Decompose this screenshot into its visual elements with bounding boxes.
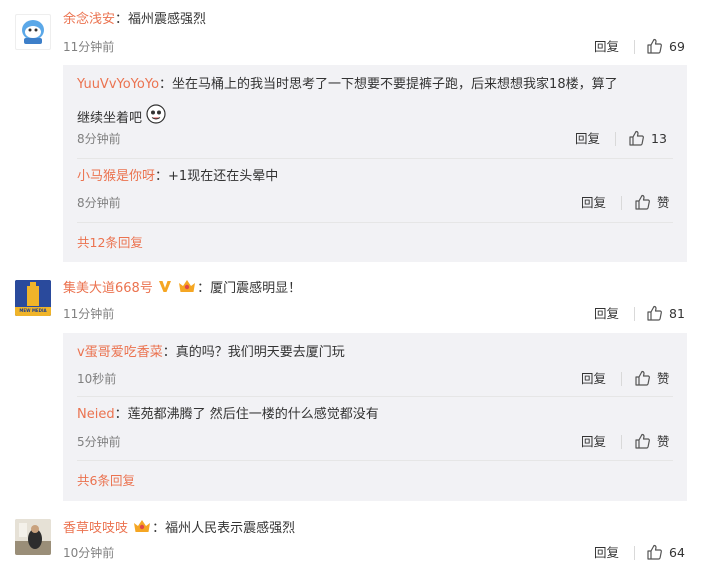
like-button[interactable]: 赞: [634, 370, 670, 387]
reply-button[interactable]: 回复: [594, 306, 619, 322]
crown-badge-icon: [179, 280, 196, 292]
like-button[interactable]: 81: [646, 305, 685, 322]
reply-button[interactable]: 回复: [581, 371, 606, 387]
like-button[interactable]: 赞: [634, 194, 670, 211]
comment-author[interactable]: 集美大道668号: [63, 281, 153, 296]
like-count: 69: [669, 39, 685, 54]
reply-time: 5分钟前: [77, 435, 121, 449]
reply-divider: [77, 158, 673, 159]
action-divider: [621, 372, 622, 386]
like-count: 81: [669, 306, 685, 321]
comment-time: 10分钟前: [63, 546, 115, 560]
thumbs-up-icon: [647, 544, 662, 560]
action-divider: [634, 40, 635, 54]
comment-time: 11分钟前: [63, 40, 115, 54]
action-divider: [634, 546, 635, 560]
reply-text-row: 小马猴是你呀：+1现在还在头晕中: [77, 168, 278, 186]
emoji-icon: [146, 104, 166, 124]
thumbs-up-icon: [635, 433, 650, 449]
more-replies-link[interactable]: 共6条回复: [77, 473, 135, 489]
reply-button[interactable]: 回复: [581, 434, 606, 450]
colon: ：: [115, 12, 129, 27]
comment-text: 厦门震感明显！: [210, 281, 302, 296]
crown-badge-icon: [134, 520, 151, 532]
like-label: 赞: [657, 371, 670, 386]
reply-author[interactable]: v蛋哥爱吃香菜: [77, 345, 163, 360]
action-divider: [621, 196, 622, 210]
comment-text: 福州震感强烈: [128, 12, 207, 27]
action-divider: [621, 435, 622, 449]
reply-divider: [77, 396, 673, 397]
reply-button[interactable]: 回复: [594, 545, 619, 561]
avatar-photo: [15, 519, 51, 555]
vip-icon: [158, 281, 171, 292]
comment-author[interactable]: 余念浅安: [63, 12, 115, 27]
action-divider: [615, 132, 616, 146]
reply-list: YuuVvYoYoYo：坐在马桶上的我当时思考了一下想要不要提裤子跑，后来想想我…: [63, 65, 687, 262]
reply-text-continuation: 继续坐着吧: [77, 104, 166, 128]
like-label: 赞: [657, 434, 670, 449]
reply-time: 10秒前: [77, 372, 117, 386]
comment-text-row: 余念浅安：福州震感强烈: [63, 11, 206, 29]
comment-time: 11分钟前: [63, 307, 115, 321]
comment-text-row: 香草吱吱吱 ：福州人民表示震感强烈: [63, 518, 295, 538]
avatar-illustration: [22, 20, 44, 44]
action-divider: [634, 307, 635, 321]
reply-button[interactable]: 回复: [594, 39, 619, 55]
like-button[interactable]: 赞: [634, 433, 670, 450]
more-replies-link[interactable]: 共12条回复: [77, 235, 143, 251]
thumbs-up-icon: [647, 305, 662, 321]
thumbs-up-icon: [647, 38, 662, 54]
thumbs-up-icon: [635, 194, 650, 210]
colon: ：: [155, 169, 169, 184]
avatar[interactable]: [15, 14, 51, 50]
thumbs-up-icon: [635, 370, 650, 386]
reply-author[interactable]: Neied: [77, 407, 115, 422]
reply-text: +1现在还在头晕中: [168, 169, 279, 184]
reply-text-row: v蛋哥爱吃香菜：真的吗？我们明天要去厦门玩: [77, 344, 345, 362]
reply-list: v蛋哥爱吃香菜：真的吗？我们明天要去厦门玩 10秒前 回复 赞 Neied：莲苑…: [63, 333, 687, 501]
avatar-logo-text: MEW MEDIA: [19, 308, 47, 313]
reply-divider: [77, 460, 673, 461]
reply-time: 8分钟前: [77, 132, 121, 146]
avatar[interactable]: [15, 519, 51, 555]
like-label: 赞: [657, 195, 670, 210]
comment-author[interactable]: 香草吱吱吱: [63, 521, 128, 536]
reply-text: 莲苑都沸腾了 然后住一楼的什么感觉都没有: [127, 407, 379, 422]
like-button[interactable]: 13: [628, 130, 667, 147]
like-count: 13: [651, 131, 667, 146]
like-button[interactable]: 64: [646, 544, 685, 561]
comment-text-row: 集美大道668号 ：厦门震感明显！: [63, 278, 301, 298]
comment-text: 福州人民表示震感强烈: [165, 521, 296, 536]
reply-text: 继续坐着吧: [77, 111, 143, 126]
reply-text-row: Neied：莲苑都沸腾了 然后住一楼的什么感觉都没有: [77, 406, 379, 424]
reply-author[interactable]: 小马猴是你呀: [77, 169, 155, 184]
colon: ：: [152, 521, 166, 536]
reply-text: 坐在马桶上的我当时思考了一下想要不要提裤子跑，后来想想我家18楼，算了: [172, 77, 618, 92]
colon: ：: [159, 77, 173, 92]
reply-author[interactable]: YuuVvYoYoYo: [77, 77, 159, 92]
like-button[interactable]: 69: [646, 38, 685, 55]
colon: ：: [197, 281, 211, 296]
reply-button[interactable]: 回复: [575, 131, 600, 147]
like-count: 64: [669, 545, 685, 560]
colon: ：: [114, 407, 128, 422]
reply-text-row: YuuVvYoYoYo：坐在马桶上的我当时思考了一下想要不要提裤子跑，后来想想我…: [77, 76, 618, 94]
avatar[interactable]: MEW MEDIA: [15, 280, 51, 316]
reply-divider: [77, 222, 673, 223]
reply-text: 真的吗？我们明天要去厦门玩: [175, 345, 345, 360]
reply-button[interactable]: 回复: [581, 195, 606, 211]
colon: ：: [162, 345, 176, 360]
thumbs-up-icon: [629, 130, 644, 146]
reply-time: 8分钟前: [77, 196, 121, 210]
